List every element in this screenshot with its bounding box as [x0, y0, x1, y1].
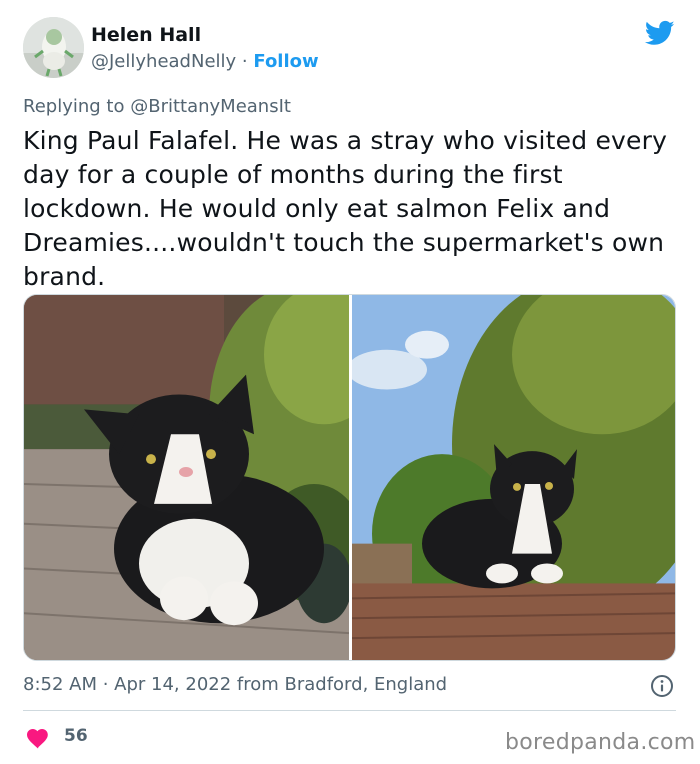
author-handle-row: @JellyheadNelly · Follow — [91, 51, 319, 72]
cat-photo-right[interactable] — [352, 295, 676, 660]
author-handle[interactable]: @JellyheadNelly — [91, 51, 236, 72]
separator: · — [241, 51, 248, 72]
watermark: boredpanda.com — [505, 730, 696, 755]
replying-prefix: Replying to — [23, 96, 125, 117]
reply-mention-link[interactable]: @BrittanyMeansIt — [130, 96, 291, 117]
avatar-image — [23, 17, 84, 78]
divider — [23, 710, 676, 711]
info-icon[interactable] — [650, 674, 674, 698]
author-name[interactable]: Helen Hall — [91, 24, 201, 46]
heart-icon[interactable] — [26, 727, 50, 749]
like-count[interactable]: 56 — [64, 726, 88, 746]
twitter-bird-icon[interactable] — [643, 18, 677, 48]
tweet-timestamp[interactable]: 8:52 AM · Apr 14, 2022 from Bradford, En… — [23, 674, 447, 695]
tweet-media[interactable] — [23, 294, 676, 661]
tweet-text: King Paul Falafel. He was a stray who vi… — [23, 126, 668, 291]
tweet-card: Helen Hall @JellyheadNelly · Follow Repl… — [0, 0, 700, 764]
replying-to: Replying to @BrittanyMeansIt — [23, 96, 291, 117]
avatar[interactable] — [23, 17, 84, 78]
cat-photo-left[interactable] — [24, 295, 349, 660]
follow-button[interactable]: Follow — [253, 51, 318, 72]
